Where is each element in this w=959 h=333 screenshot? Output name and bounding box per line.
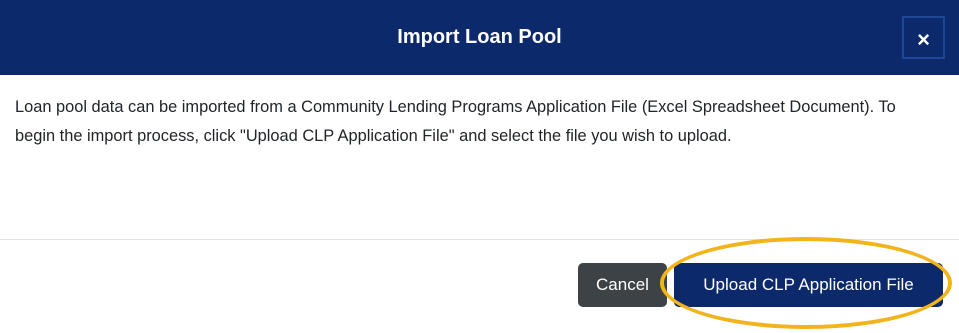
close-button[interactable]: × bbox=[902, 16, 945, 59]
dialog-title: Import Loan Pool bbox=[397, 26, 562, 48]
dialog-body: Loan pool data can be imported from a Co… bbox=[15, 93, 940, 151]
cancel-button[interactable]: Cancel bbox=[578, 263, 667, 307]
import-loan-pool-dialog: Import Loan Pool × Loan pool data can be… bbox=[0, 0, 959, 333]
close-icon: × bbox=[917, 26, 930, 52]
footer-divider bbox=[0, 239, 959, 240]
dialog-header: Import Loan Pool × bbox=[0, 0, 959, 75]
upload-clp-application-file-button[interactable]: Upload CLP Application File bbox=[674, 263, 943, 307]
instructions-text: Loan pool data can be imported from a Co… bbox=[15, 98, 896, 145]
